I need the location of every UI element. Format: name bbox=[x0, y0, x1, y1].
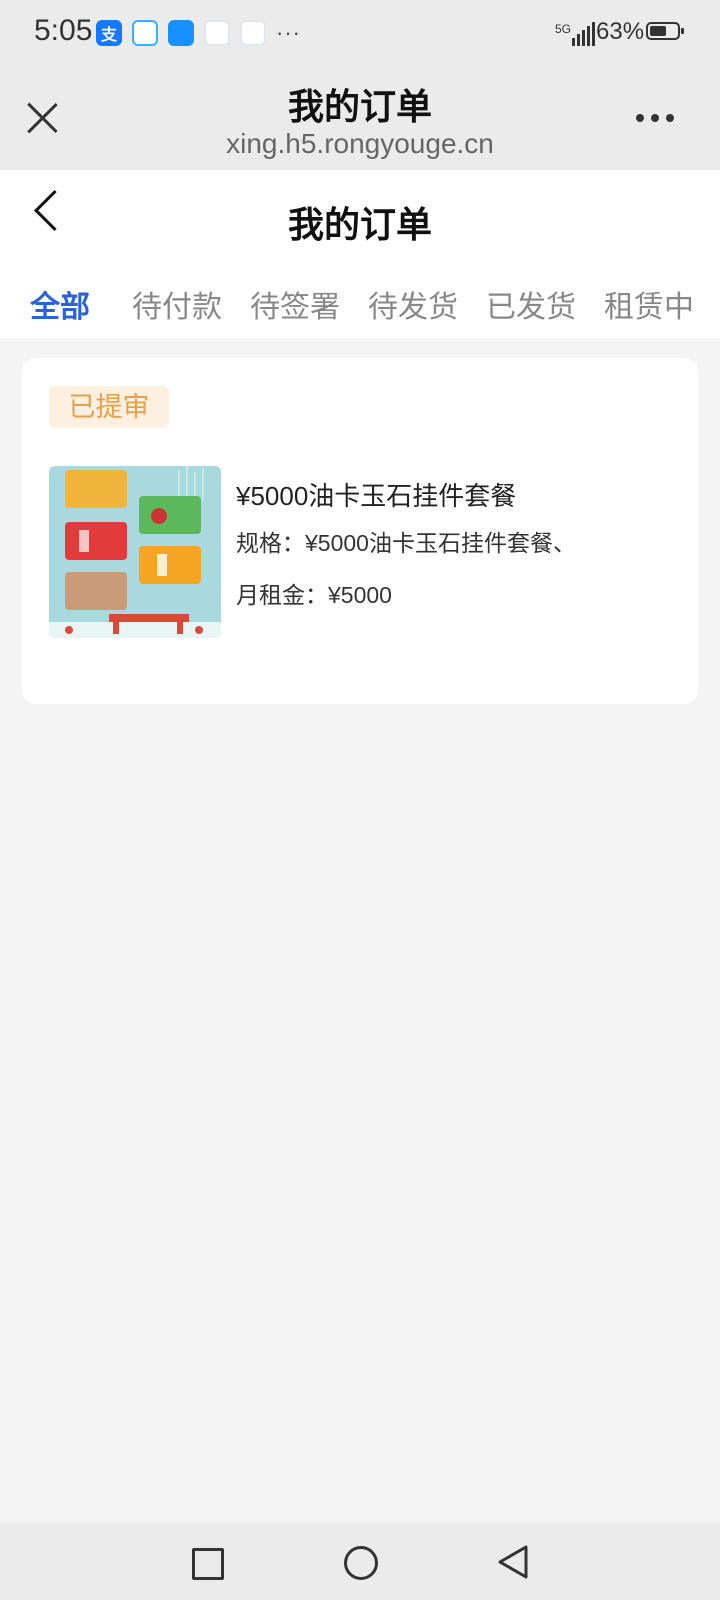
status-time: 5:05 bbox=[34, 14, 93, 47]
product-monthly-rent: 月租金：¥5000 bbox=[236, 582, 392, 608]
product-illustration bbox=[49, 466, 221, 638]
battery-percent: 63% bbox=[596, 18, 645, 45]
browser-header: 我的订单 xing.h5.rongyouge.cn bbox=[0, 68, 720, 170]
tab-pending-signature[interactable]: 待签署 bbox=[250, 282, 340, 326]
alipay-icon: 支 bbox=[96, 20, 122, 46]
system-nav-bar bbox=[0, 1522, 720, 1600]
chat-icon bbox=[132, 20, 158, 46]
recent-apps-button[interactable] bbox=[192, 1548, 224, 1580]
signal-icon bbox=[572, 22, 595, 46]
tab-renting[interactable]: 租赁中 bbox=[604, 282, 694, 326]
baidu-icon bbox=[204, 20, 230, 46]
product-spec: 规格：¥5000油卡玉石挂件套餐、 bbox=[236, 530, 576, 556]
order-status-badge: 已提审 bbox=[49, 386, 169, 428]
tab-shipped[interactable]: 已发货 bbox=[486, 282, 576, 326]
more-notifications-icon: ··· bbox=[276, 20, 301, 45]
network-type-label: 5G bbox=[555, 22, 572, 36]
browser-title: 我的订单 bbox=[287, 86, 432, 127]
order-card[interactable]: 已提审 ¥5000油卡玉石挂件套餐 规格：¥5000油卡玉石挂件套餐、 月租金：… bbox=[22, 358, 698, 704]
tab-pending-shipment[interactable]: 待发货 bbox=[368, 282, 458, 326]
order-tabs: 全部 待付款 待签署 待发货 已发货 租赁中 bbox=[0, 282, 720, 326]
page-header: 我的订单 全部 待付款 待签署 待发货 已发货 租赁中 bbox=[0, 170, 720, 338]
tab-pending-payment[interactable]: 待付款 bbox=[132, 282, 222, 326]
product-name: ¥5000油卡玉石挂件套餐 bbox=[236, 481, 517, 511]
battery-icon bbox=[646, 22, 684, 40]
home-button[interactable] bbox=[344, 1546, 378, 1580]
status-bar: 5:05 支 ··· 5G 63% bbox=[0, 0, 720, 68]
system-back-button[interactable] bbox=[496, 1544, 530, 1580]
product-image[interactable] bbox=[49, 466, 221, 638]
message-icon bbox=[168, 20, 194, 46]
tab-all[interactable]: 全部 bbox=[30, 282, 90, 326]
page-title: 我的订单 bbox=[287, 204, 432, 245]
notification-icons: 支 ··· bbox=[96, 20, 301, 46]
browser-url: xing.h5.rongyouge.cn bbox=[226, 128, 494, 159]
baidu-icon bbox=[240, 20, 266, 46]
more-menu-button[interactable] bbox=[636, 114, 674, 122]
